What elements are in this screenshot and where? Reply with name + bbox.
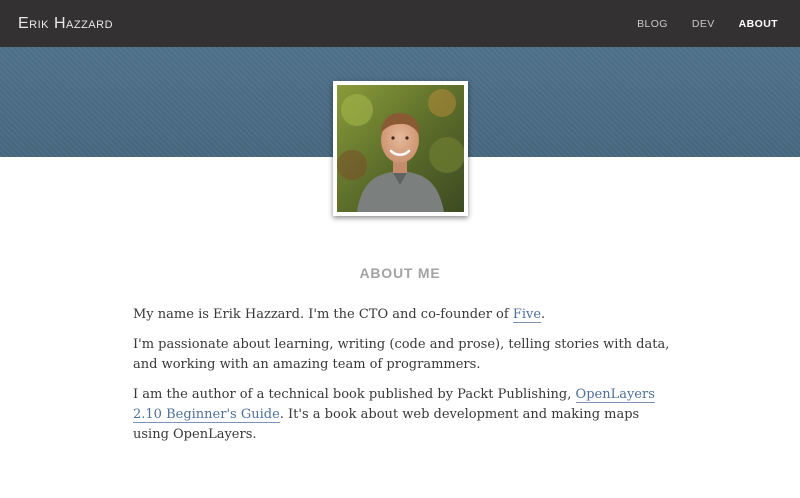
top-navbar: Erik Hazzard BLOG DEV ABOUT [0,0,800,47]
nav-link-blog[interactable]: BLOG [637,18,668,30]
about-p1-end: . [541,307,546,322]
about-content: My name is Erik Hazzard. I'm the CTO and… [133,305,673,455]
about-paragraph-1: My name is Erik Hazzard. I'm the CTO and… [133,305,673,325]
about-p1-text: My name is Erik Hazzard. I'm the CTO and… [133,307,513,322]
profile-photo-frame [333,81,468,216]
site-brand-link[interactable]: Erik Hazzard [18,15,113,33]
about-heading: ABOUT ME [359,265,441,281]
nav-link-about[interactable]: ABOUT [739,18,778,30]
about-p3-text: I am the author of a technical book publ… [133,387,576,402]
about-paragraph-3: I am the author of a technical book publ… [133,385,673,445]
nav-link-dev[interactable]: DEV [692,18,715,30]
profile-photo [337,85,464,212]
five-link[interactable]: Five [512,307,542,323]
about-paragraph-2: I'm passionate about learning, writing (… [133,337,670,372]
main-nav: BLOG DEV ABOUT [625,18,790,30]
